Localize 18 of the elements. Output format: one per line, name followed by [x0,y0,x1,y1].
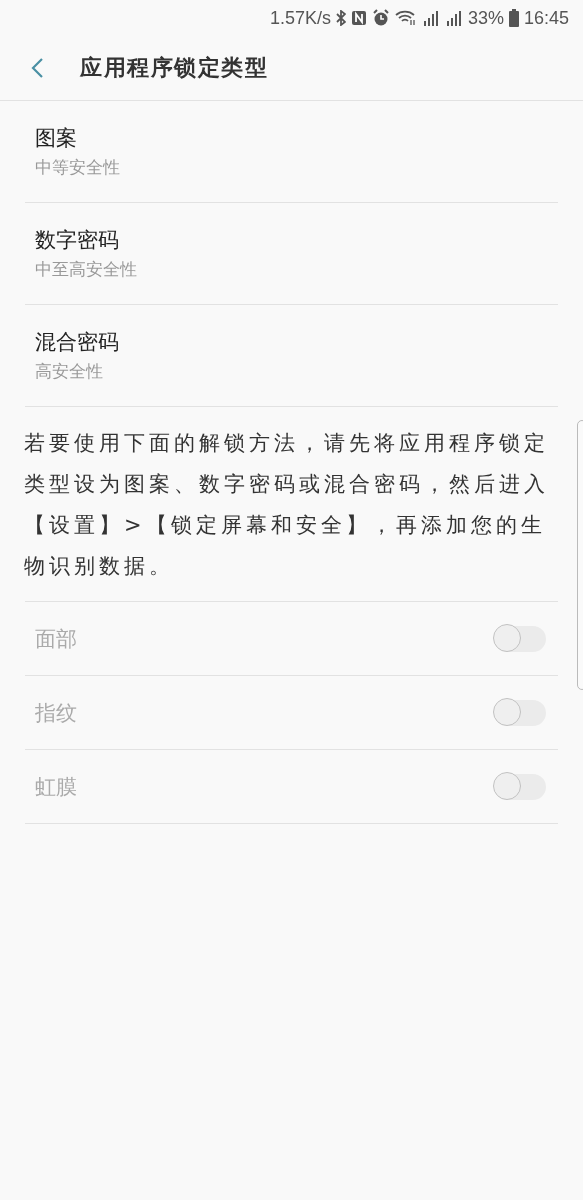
page-title: 应用程序锁定类型 [80,54,268,82]
battery-icon [508,9,519,27]
nfc-icon [350,10,367,26]
biometric-label: 指纹 [35,699,77,727]
battery-percent: 33% [467,7,504,29]
biometric-label: 虹膜 [35,773,77,801]
biometric-label: 面部 [35,625,77,653]
bluetooth-icon [335,10,346,26]
wifi-icon [394,10,417,26]
lock-type-item[interactable]: 数字密码 中至高安全性 [25,203,558,305]
lock-type-item[interactable]: 图案 中等安全性 [25,101,558,203]
alarm-icon [371,9,390,27]
info-paragraph: 若要使用下面的解锁方法，请先将应用程序锁定类型设为图案、数字密码或混合密码，然后进入【设置】>【锁定屏幕和安全】，再添加您的生物识别数据。 [24,430,550,580]
signal-icon [421,10,440,26]
network-speed: 1.57K/s [269,7,331,29]
clock-time: 16:45 [523,7,569,29]
signal-icon [444,10,463,26]
lock-type-item[interactable]: 混合密码 高安全性 [25,305,558,407]
